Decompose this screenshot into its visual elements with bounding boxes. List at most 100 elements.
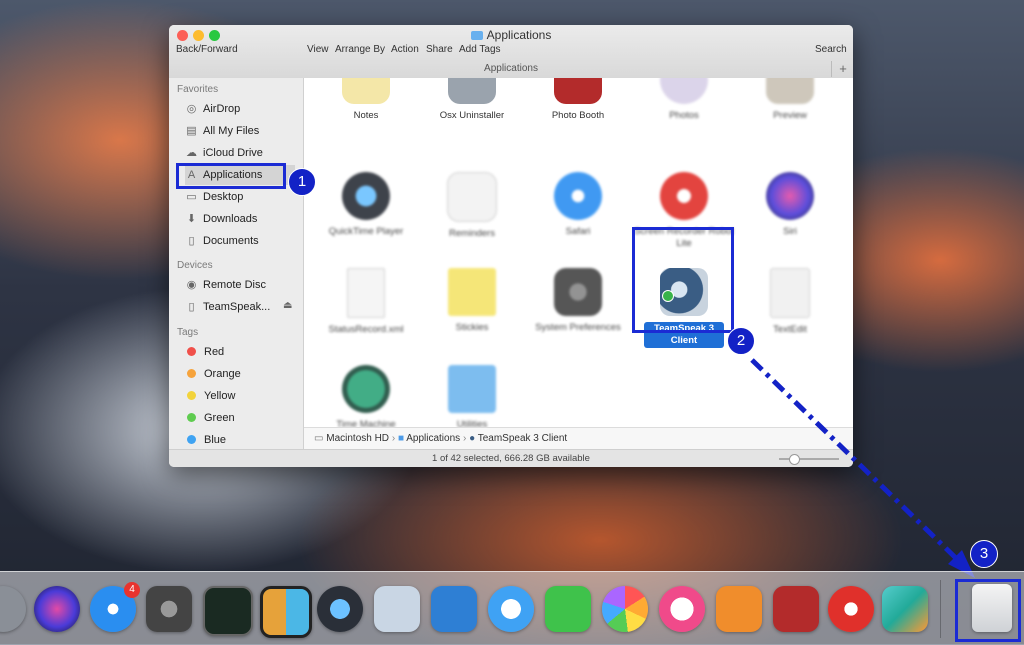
sidebar-item-airdrop[interactable]: ◎ AirDrop <box>185 99 295 119</box>
system-preferences-icon[interactable] <box>146 586 192 632</box>
sidebar-item-desktop[interactable]: ▭ Desktop <box>185 187 295 207</box>
tag-dot-icon <box>187 435 196 444</box>
screen-recorder-icon[interactable] <box>828 586 874 632</box>
sidebar-tag-blue[interactable]: Blue <box>185 430 295 450</box>
app-label: Photo Booth <box>551 110 605 121</box>
photos-icon <box>660 78 708 104</box>
back-forward-button[interactable]: Back/Forward <box>176 44 238 55</box>
desktop-icon: ▭ <box>186 191 197 203</box>
sidebar-item-label: iCloud Drive <box>203 147 263 159</box>
app-label: QuickTime Player <box>328 226 404 237</box>
photo-booth-icon <box>554 78 602 104</box>
breadcrumb-item[interactable]: Applications <box>406 433 460 444</box>
launchpad-icon[interactable] <box>0 586 26 632</box>
photo-icon[interactable] <box>374 586 420 632</box>
eject-icon[interactable]: ⏏ <box>283 300 292 311</box>
folder-icon <box>470 31 483 40</box>
tag-dot-icon <box>187 413 196 422</box>
quicktime-icon[interactable] <box>317 586 363 632</box>
chevron-right-icon: › <box>391 433 396 444</box>
app-label: Utilities <box>456 419 488 427</box>
preview-icon[interactable] <box>260 586 312 638</box>
teamspeak-icon: ● <box>469 433 476 444</box>
app-item-system-preferences[interactable]: System Preferences <box>524 268 632 334</box>
sidebar: Favorites ◎ AirDrop ▤ All My Files ☁ iCloud… <box>169 78 304 452</box>
app-item-textedit[interactable]: TextEdit <box>736 268 844 336</box>
app-label: Notes <box>353 110 379 121</box>
app-item-osx-uninstaller[interactable]: Osx Uninstaller <box>418 78 526 122</box>
app-item-notes[interactable]: Notes <box>312 78 420 122</box>
app-item-quicktime-player[interactable]: QuickTime Player <box>312 172 420 238</box>
add-tags-button[interactable]: Add Tags <box>459 44 501 55</box>
notes-icon <box>342 78 390 104</box>
facetime-icon[interactable] <box>545 586 591 632</box>
drag-arrow <box>750 358 975 578</box>
activity-monitor-icon[interactable] <box>203 586 253 636</box>
app-label: Stickies <box>455 322 489 333</box>
itunes-icon[interactable] <box>659 586 705 632</box>
step-badge-1: 1 <box>288 168 316 196</box>
sidebar-item-label: Blue <box>204 434 227 446</box>
sidebar-item-downloads[interactable]: ⬇ Downloads <box>185 209 295 229</box>
dock-divider <box>940 580 941 638</box>
sidebar-tag-orange[interactable]: Orange <box>185 364 295 384</box>
airdrop-icon: ◎ <box>186 103 197 115</box>
sidebar-item-label: Green <box>204 412 235 424</box>
photo-booth-icon[interactable] <box>773 586 819 632</box>
share-button[interactable]: Share <box>426 44 453 55</box>
notification-badge: 4 <box>124 582 140 598</box>
messages-icon[interactable] <box>488 586 534 632</box>
app-label: Photos <box>669 110 699 121</box>
sidebar-item-label: TeamSpeak... <box>203 301 271 313</box>
window-title: Applications <box>169 28 853 42</box>
drive-icon: ▯ <box>188 301 195 313</box>
drag-arrow-line <box>750 358 964 566</box>
view-button[interactable]: View <box>307 44 329 55</box>
app-item-preview[interactable]: Preview <box>736 78 844 122</box>
screenshot-tool-icon[interactable] <box>882 586 928 632</box>
search-button[interactable]: Search <box>815 44 847 55</box>
app-item-time-machine[interactable]: Time Machine <box>312 365 420 427</box>
dock: 4 <box>0 571 1024 645</box>
xcode-icon[interactable] <box>431 586 477 632</box>
screen-recorder-icon <box>660 172 708 220</box>
tab-label[interactable]: Applications <box>484 63 538 74</box>
sidebar-item-label: AirDrop <box>203 103 241 115</box>
sidebar-item-documents[interactable]: ▯ Documents <box>185 231 295 251</box>
tags-header: Tags <box>177 327 199 338</box>
app-item-photo-booth[interactable]: Photo Booth <box>524 78 632 122</box>
breadcrumb-item[interactable]: TeamSpeak 3 Client <box>478 433 568 444</box>
arrange-by-button[interactable]: Arrange By <box>335 44 385 55</box>
status-text: 1 of 42 selected, 666.28 GB available <box>432 453 590 464</box>
sidebar-tag-red[interactable]: Red <box>185 342 295 362</box>
sidebar-tag-yellow[interactable]: Yellow <box>185 386 295 406</box>
sidebar-tag-green[interactable]: Green <box>185 408 295 428</box>
sidebar-item-icloud-drive[interactable]: ☁ iCloud Drive <box>185 143 295 163</box>
photos-icon[interactable] <box>602 586 648 632</box>
add-tab-button[interactable]: + <box>831 61 853 77</box>
app-item-siri[interactable]: Siri <box>736 172 844 238</box>
sidebar-item-all-my-files[interactable]: ▤ All My Files <box>185 121 295 141</box>
ibooks-icon[interactable] <box>716 586 762 632</box>
app-item-utilities[interactable]: Utilities <box>418 365 526 427</box>
time-machine-icon <box>342 365 390 413</box>
app-item-stickies[interactable]: Stickies <box>418 268 526 334</box>
breadcrumb-item[interactable]: Macintosh HD <box>326 433 389 444</box>
sidebar-item-label: Downloads <box>203 213 258 225</box>
sidebar-item-label: Remote Disc <box>203 279 266 291</box>
tag-dot-icon <box>187 369 196 378</box>
sidebar-item-teamspeak-volume[interactable]: ▯ TeamSpeak... <box>185 297 295 317</box>
document-icon: ▯ <box>188 235 195 247</box>
textedit-icon <box>770 268 810 318</box>
siri-icon[interactable] <box>34 586 80 632</box>
uninstaller-icon <box>448 78 496 104</box>
action-button[interactable]: Action <box>391 44 419 55</box>
sidebar-item-remote-disc[interactable]: ◉ Remote Disc <box>185 275 295 295</box>
sidebar-item-label: Orange <box>204 368 241 380</box>
app-item-photos[interactable]: Photos <box>630 78 738 122</box>
folder-icon: ■ <box>397 433 404 444</box>
app-item-reminders[interactable]: Reminders <box>418 172 526 240</box>
app-item-statusrecord[interactable]: StatusRecord.xml <box>312 268 420 336</box>
app-item-safari[interactable]: Safari <box>524 172 632 238</box>
window-title-text: Applications <box>486 28 552 42</box>
